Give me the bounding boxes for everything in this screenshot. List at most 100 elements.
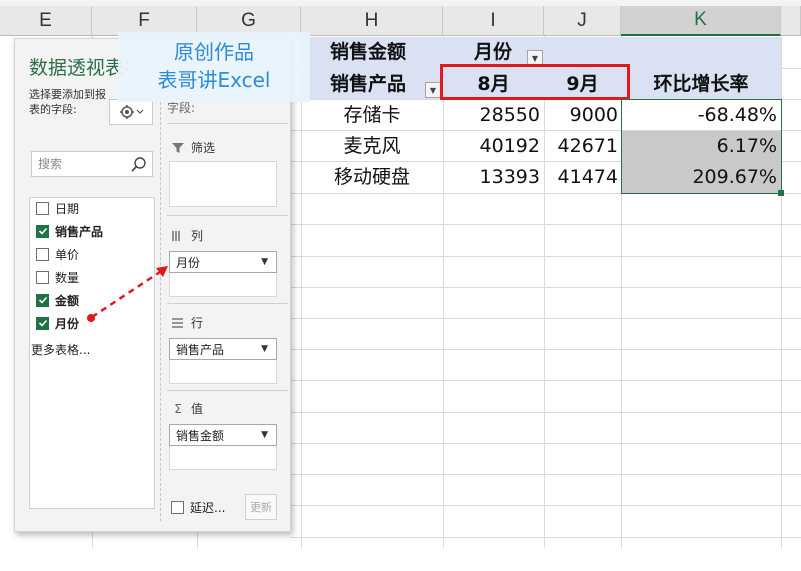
column-drop-zone[interactable] xyxy=(169,273,277,297)
field-item-month[interactable]: 月份 xyxy=(36,313,79,333)
more-tables-link[interactable]: 更多表格... xyxy=(31,341,90,358)
pivot-value-header[interactable]: 销售金额 xyxy=(330,37,406,68)
defer-label: 延迟... xyxy=(190,501,226,515)
grid-line xyxy=(290,537,801,538)
column-header-l[interactable] xyxy=(781,6,801,36)
pane-instruction: 选择要添加到报表的字段: xyxy=(29,88,106,116)
rows-icon xyxy=(172,317,183,328)
product-cell[interactable]: 麦克风 xyxy=(301,131,443,162)
field-label: 日期 xyxy=(55,201,80,216)
checkbox[interactable] xyxy=(36,270,49,284)
sep-value-cell[interactable]: 41474 xyxy=(544,162,618,193)
field-label: 数量 xyxy=(55,270,80,285)
checkbox[interactable] xyxy=(36,247,49,261)
grid-line xyxy=(290,349,801,350)
row-chip-product[interactable]: 销售产品 ▼ xyxy=(169,338,277,360)
aug-value-cell[interactable]: 40192 xyxy=(443,131,540,162)
aug-value-cell[interactable]: 28550 xyxy=(443,100,540,131)
sigma-icon: Σ xyxy=(174,401,182,416)
column-header-j[interactable]: J xyxy=(544,6,621,36)
column-area-label: 列 xyxy=(171,227,203,244)
search-input[interactable] xyxy=(32,152,128,176)
grid-line xyxy=(290,224,801,225)
check-icon xyxy=(38,319,47,327)
pivot-row-field[interactable]: 销售产品 xyxy=(330,69,406,100)
value-area-label: Σ 值 xyxy=(171,400,203,417)
chevron-down-icon[interactable]: ▼ xyxy=(261,344,268,354)
area-divider xyxy=(167,390,288,391)
defer-update-row[interactable]: 延迟... xyxy=(171,499,225,516)
watermark: 原创作品 表哥讲Excel xyxy=(118,32,310,102)
row-drop-zone[interactable] xyxy=(169,360,277,384)
checkbox-checked[interactable] xyxy=(36,316,49,330)
watermark-line-1: 原创作品 xyxy=(174,40,254,64)
grid-line xyxy=(290,443,801,444)
value-drop-zone[interactable] xyxy=(169,446,277,470)
sep-value-cell[interactable]: 42671 xyxy=(544,131,618,162)
grid-line xyxy=(290,412,801,413)
area-divider xyxy=(167,123,288,124)
field-item-product[interactable]: 销售产品 xyxy=(36,221,103,241)
grid-line xyxy=(290,505,801,506)
filter-icon xyxy=(172,142,184,153)
column-header-e[interactable]: E xyxy=(0,6,92,36)
checkbox-checked[interactable] xyxy=(36,224,49,238)
gear-icon xyxy=(120,105,144,119)
area-divider xyxy=(167,215,288,216)
row-filter-button[interactable]: ▼ xyxy=(425,82,441,98)
cell-selection-border xyxy=(621,99,782,194)
check-icon xyxy=(38,227,47,235)
grid-line xyxy=(290,256,801,257)
value-label: 值 xyxy=(191,402,204,416)
growth-header[interactable]: 环比增长率 xyxy=(621,69,781,100)
column-header-i[interactable]: I xyxy=(443,6,544,36)
field-item-quantity[interactable]: 数量 xyxy=(36,267,79,287)
field-label: 月份 xyxy=(55,316,80,331)
field-item-amount[interactable]: 金额 xyxy=(36,290,79,310)
chip-label: 月份 xyxy=(176,255,201,270)
area-divider xyxy=(167,303,288,304)
pane-title: 数据透视表字段 xyxy=(29,57,129,79)
checkbox-checked[interactable] xyxy=(36,293,49,307)
filter-drop-zone[interactable] xyxy=(169,161,277,207)
row-label: 行 xyxy=(191,316,204,330)
search-icon[interactable] xyxy=(130,156,148,174)
checkbox[interactable] xyxy=(36,201,49,215)
field-label: 单价 xyxy=(55,247,80,262)
column-header-h[interactable]: H xyxy=(301,6,443,36)
update-button[interactable]: 更新 xyxy=(245,494,277,520)
grid-line xyxy=(290,380,801,381)
field-label: 销售产品 xyxy=(55,224,104,239)
field-item-date[interactable]: 日期 xyxy=(36,198,79,218)
chip-label: 销售产品 xyxy=(176,342,225,357)
search-box[interactable] xyxy=(31,151,153,177)
value-chip-sales[interactable]: 销售金额 ▼ xyxy=(169,424,277,446)
grid-line xyxy=(290,474,801,475)
check-icon xyxy=(38,296,47,304)
filter-area-label: 筛选 xyxy=(171,139,215,156)
row-area-label: 行 xyxy=(171,314,203,331)
field-label: 金额 xyxy=(55,293,80,308)
grid-line xyxy=(290,287,801,288)
chevron-down-icon[interactable]: ▼ xyxy=(261,430,268,440)
pivot-field-pane[interactable]: 数据透视表字段 选择要添加到报表的字段: 日期 销售产品 单价 xyxy=(14,38,291,532)
column-chip-month[interactable]: 月份 ▼ xyxy=(169,251,277,273)
defer-checkbox[interactable] xyxy=(171,501,184,514)
product-cell[interactable]: 移动硬盘 xyxy=(301,162,443,193)
field-item-price[interactable]: 单价 xyxy=(36,244,79,264)
column-header-k[interactable]: K xyxy=(621,6,781,36)
aug-value-cell[interactable]: 13393 xyxy=(443,162,540,193)
product-cell[interactable]: 存储卡 xyxy=(301,100,443,131)
column-label: 列 xyxy=(191,229,204,243)
tools-button[interactable] xyxy=(109,99,153,125)
chip-label: 销售金额 xyxy=(176,428,225,443)
month-highlight-box xyxy=(440,64,630,100)
fill-handle[interactable] xyxy=(778,190,784,196)
columns-icon xyxy=(172,230,180,241)
watermark-line-2: 表哥讲Excel xyxy=(157,68,271,92)
pane-divider xyxy=(160,77,161,521)
chevron-down-icon[interactable]: ▼ xyxy=(261,257,268,267)
grid-line xyxy=(290,318,801,319)
filter-label: 筛选 xyxy=(191,141,216,155)
sep-value-cell[interactable]: 9000 xyxy=(544,100,618,131)
